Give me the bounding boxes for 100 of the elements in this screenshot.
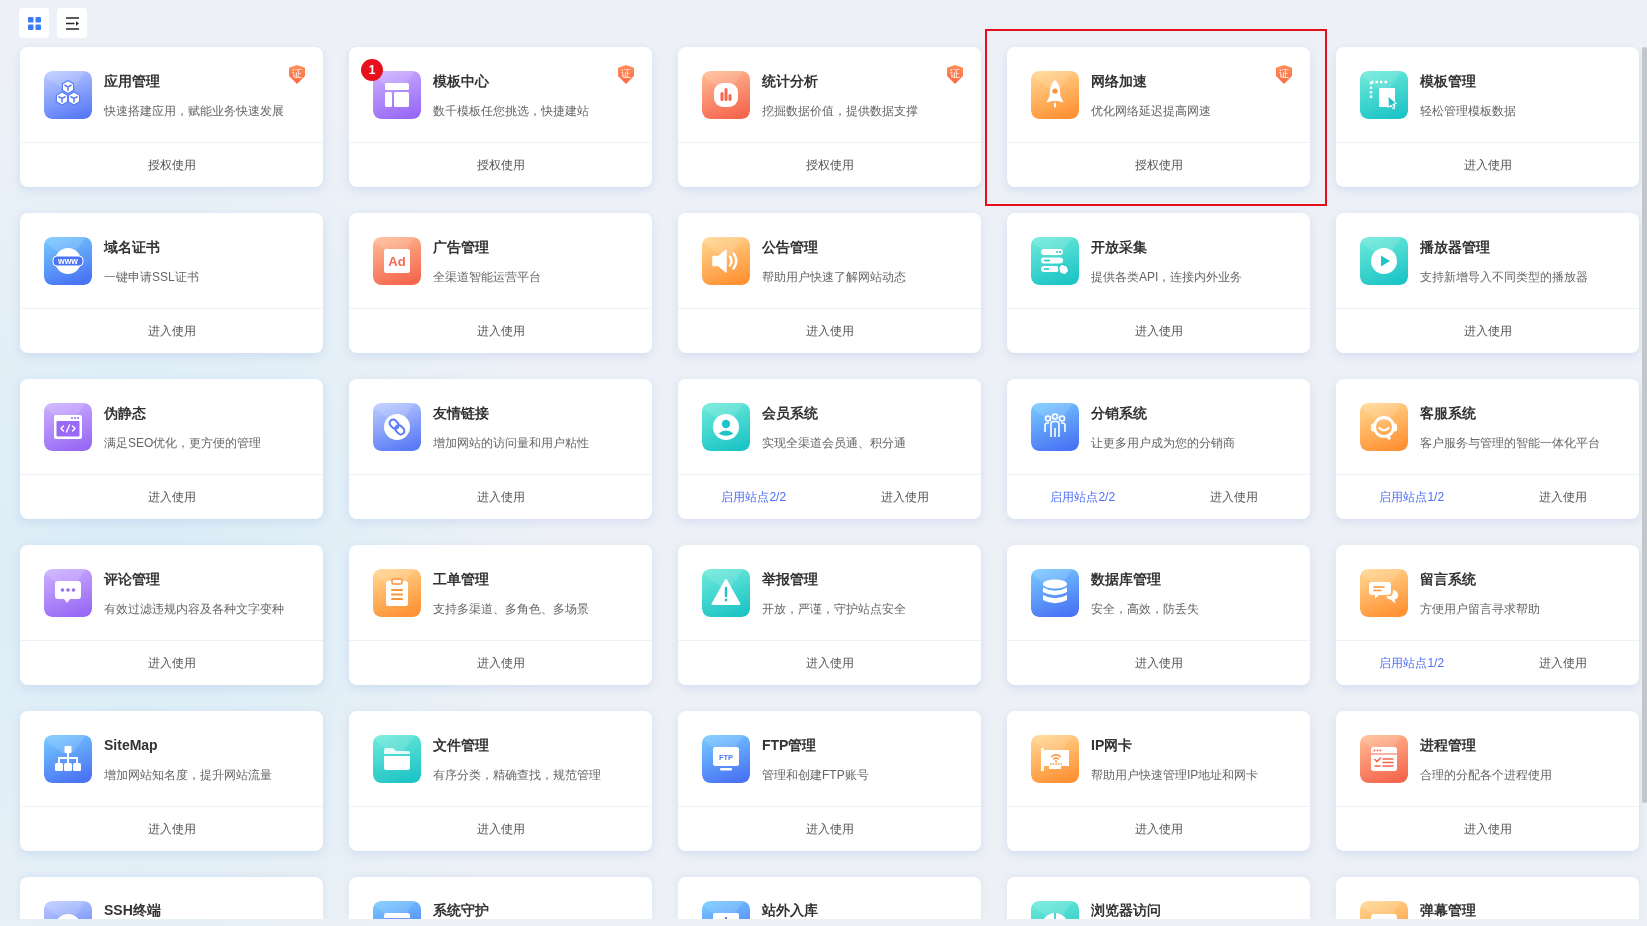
use-link[interactable]: 授权使用 — [147, 156, 196, 174]
card-title: 网络加速 — [1091, 72, 1147, 91]
sitemap-icon — [44, 735, 92, 783]
use-link[interactable]: 进入使用 — [1463, 156, 1512, 174]
use-link[interactable]: 授权使用 — [476, 156, 525, 174]
card-title: 客服系统 — [1420, 404, 1476, 423]
bar-chart-icon — [702, 71, 750, 119]
card-title: SiteMap — [104, 736, 158, 755]
scrollbar-thumb[interactable] — [1642, 47, 1647, 803]
card-title: 系统守护 — [433, 901, 489, 919]
card-title: 举报管理 — [762, 570, 818, 589]
use-link[interactable]: 进入使用 — [147, 820, 196, 838]
www-globe-icon: www — [44, 237, 92, 285]
clipboard-icon — [373, 569, 421, 617]
card-title: 模板管理 — [1420, 72, 1476, 91]
network-card-icon — [1031, 735, 1079, 783]
people-icon — [1031, 403, 1079, 451]
card-description: 让更多用户成为您的分销商 — [1091, 435, 1235, 452]
user-icon — [702, 403, 750, 451]
card-title: 模板中心 — [433, 72, 489, 91]
use-link[interactable]: 进入使用 — [147, 322, 196, 340]
layout-icon — [373, 71, 421, 119]
card-description: 安全，高效，防丢失 — [1091, 601, 1199, 618]
card-description: 方便用户留言寻求帮助 — [1420, 601, 1540, 618]
use-link[interactable]: 进入使用 — [1463, 322, 1512, 340]
use-link[interactable]: 进入使用 — [476, 488, 525, 506]
card-title: 进程管理 — [1420, 736, 1476, 755]
certified-badge: 证 — [1276, 65, 1292, 84]
card-description: 支持新增导入不同类型的播放器 — [1420, 269, 1588, 286]
card-description: 全渠道智能运营平台 — [433, 269, 541, 286]
card-title: 评论管理 — [104, 570, 160, 589]
grid-icon — [27, 16, 41, 30]
card-title: 伪静态 — [104, 404, 146, 423]
card-title: 友情链接 — [433, 404, 489, 423]
card-title: SSH终端 — [104, 901, 161, 919]
card-title: 站外入库 — [762, 901, 818, 919]
use-link[interactable]: 进入使用 — [1134, 322, 1183, 340]
certified-badge: 证 — [947, 65, 963, 84]
card-title: 工单管理 — [433, 570, 489, 589]
use-link[interactable]: 进入使用 — [805, 654, 854, 672]
use-link[interactable]: 进入使用 — [1539, 488, 1588, 506]
warning-icon — [702, 569, 750, 617]
card-title: 文件管理 — [433, 736, 489, 755]
card-description: 有序分类，精确查找，规范管理 — [433, 767, 601, 784]
use-link[interactable]: 授权使用 — [805, 156, 854, 174]
use-link[interactable]: 进入使用 — [476, 654, 525, 672]
card-description: 开放，严谨，守护站点安全 — [762, 601, 906, 618]
card-description: 实现全渠道会员通、积分通 — [762, 435, 906, 452]
card-description: 满足SEO优化，更方便的管理 — [104, 435, 262, 452]
use-link[interactable]: 进入使用 — [1210, 488, 1259, 506]
headset-icon — [1360, 403, 1408, 451]
use-link[interactable]: 进入使用 — [147, 654, 196, 672]
sites-link[interactable]: 启用站点1/2 — [1379, 654, 1445, 672]
list-icon — [65, 16, 79, 30]
card-description: 轻松管理模板数据 — [1420, 103, 1516, 120]
use-link[interactable]: 进入使用 — [147, 488, 196, 506]
rocket-icon — [1031, 71, 1079, 119]
use-link[interactable]: 进入使用 — [1539, 654, 1588, 672]
certified-badge: 证 — [618, 65, 634, 84]
grid-view-button[interactable] — [19, 8, 49, 38]
card-description: 客户服务与管理的智能一体化平台 — [1420, 435, 1600, 452]
card-description: 快速搭建应用，赋能业务快速发展 — [104, 103, 284, 120]
card-title: 应用管理 — [104, 72, 160, 91]
use-link[interactable]: 进入使用 — [476, 820, 525, 838]
use-link[interactable]: 进入使用 — [476, 322, 525, 340]
folder-icon — [373, 735, 421, 783]
card-description: 帮助用户快速管理IP地址和网卡 — [1091, 767, 1259, 784]
checklist-window-icon — [1360, 735, 1408, 783]
use-link[interactable]: 授权使用 — [1134, 156, 1183, 174]
list-view-button[interactable] — [57, 8, 87, 38]
card-title: 公告管理 — [762, 238, 818, 257]
card-title: 开放采集 — [1091, 238, 1147, 257]
use-link[interactable]: 进入使用 — [805, 322, 854, 340]
card-title: 留言系统 — [1420, 570, 1476, 589]
card-title: 统计分析 — [762, 72, 818, 91]
use-link[interactable]: 进入使用 — [1463, 820, 1512, 838]
sites-link[interactable]: 启用站点2/2 — [1050, 488, 1116, 506]
chat-icon — [44, 569, 92, 617]
card-description: 挖掘数据价值，提供数据支撑 — [762, 103, 918, 120]
card-title: IP网卡 — [1091, 736, 1133, 755]
card-description: 提供各类API，连接内外业务 — [1091, 269, 1243, 286]
use-link[interactable]: 进入使用 — [805, 820, 854, 838]
card-description: 有效过滤违规内容及各种文字变种 — [104, 601, 284, 618]
sites-link[interactable]: 启用站点1/2 — [1379, 488, 1445, 506]
card-title: FTP管理 — [762, 736, 817, 755]
card-description: 增加网站的访问量和用户粘性 — [433, 435, 589, 452]
use-link[interactable]: 进入使用 — [1134, 820, 1183, 838]
card-title: 播放器管理 — [1420, 238, 1490, 257]
server-icon — [1031, 237, 1079, 285]
use-link[interactable]: 进入使用 — [1134, 654, 1183, 672]
sites-link[interactable]: 启用站点2/2 — [721, 488, 787, 506]
card-title: 浏览器访问 — [1091, 901, 1161, 919]
use-link[interactable]: 进入使用 — [881, 488, 930, 506]
cubes-icon — [44, 71, 92, 119]
card-title: 会员系统 — [762, 404, 818, 423]
code-window-icon — [44, 403, 92, 451]
card-title: 弹幕管理 — [1420, 901, 1476, 919]
card-description: 管理和创建FTP账号 — [762, 767, 869, 784]
card-description: 数千模板任您挑选，快捷建站 — [433, 103, 589, 120]
card-description: 合理的分配各个进程使用 — [1420, 767, 1552, 784]
